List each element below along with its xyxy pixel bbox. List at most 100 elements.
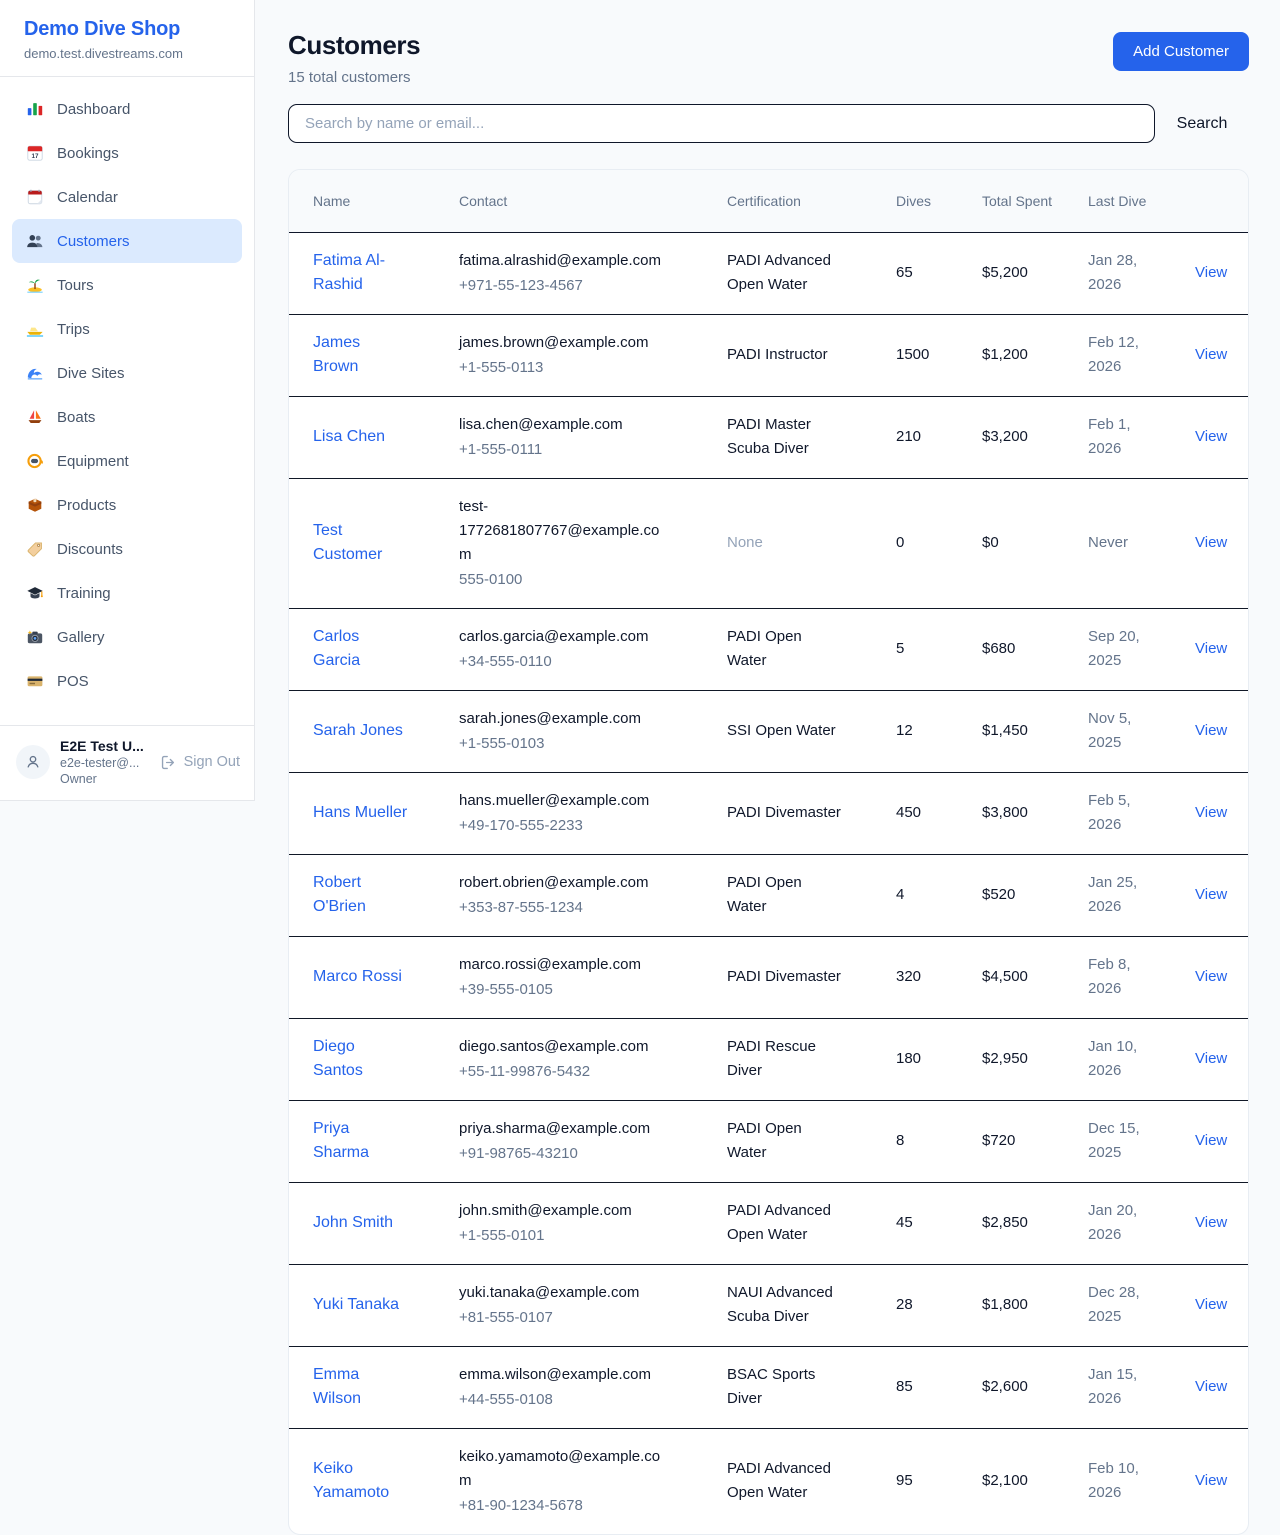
bar-chart-icon: [26, 100, 44, 118]
customer-name-link[interactable]: Robert O'Brien: [313, 871, 409, 919]
customer-dives: 450: [884, 772, 970, 854]
customer-name-link[interactable]: Test Customer: [313, 519, 409, 567]
table-row: Yuki Tanaka yuki.tanaka@example.com +81-…: [289, 1264, 1248, 1346]
sidebar-item-customers[interactable]: Customers: [12, 219, 242, 263]
customer-name-link[interactable]: Marco Rossi: [313, 965, 402, 989]
customer-dives: 28: [884, 1264, 970, 1346]
view-link[interactable]: View: [1195, 1132, 1227, 1149]
customer-name-link[interactable]: Emma Wilson: [313, 1363, 409, 1411]
column-header-total-spent: Total Spent: [970, 170, 1076, 232]
customer-name-link[interactable]: Hans Mueller: [313, 801, 407, 825]
customer-name-link[interactable]: Lisa Chen: [313, 425, 385, 449]
credit-card-icon: [26, 672, 44, 690]
sidebar-item-tours[interactable]: Tours: [12, 263, 242, 307]
view-link[interactable]: View: [1195, 1296, 1227, 1313]
search-bar: Search: [288, 104, 1249, 143]
customer-total-spent: $5,200: [970, 232, 1076, 314]
customer-name-link[interactable]: Yuki Tanaka: [313, 1293, 399, 1317]
sidebar-item-trips[interactable]: Trips: [12, 307, 242, 351]
customer-last-dive: Feb 1, 2026: [1076, 396, 1183, 478]
sidebar-item-label: Equipment: [57, 453, 129, 470]
view-link[interactable]: View: [1195, 346, 1227, 363]
customer-certification: PADI Divemaster: [715, 772, 884, 854]
customer-total-spent: $2,950: [970, 1018, 1076, 1100]
view-link[interactable]: View: [1195, 1472, 1227, 1489]
customer-certification: PADI Instructor: [715, 314, 884, 396]
customer-last-dive: Jan 28, 2026: [1076, 232, 1183, 314]
sidebar-item-dashboard[interactable]: Dashboard: [12, 87, 242, 131]
sidebar-item-boats[interactable]: Boats: [12, 395, 242, 439]
add-customer-button[interactable]: Add Customer: [1113, 32, 1249, 71]
customer-last-dive: Jan 15, 2026: [1076, 1346, 1183, 1428]
view-link[interactable]: View: [1195, 1378, 1227, 1395]
column-header-dives: Dives: [884, 170, 970, 232]
sidebar-item-training[interactable]: Training: [12, 571, 242, 615]
sidebar-item-products[interactable]: Products: [12, 483, 242, 527]
view-link[interactable]: View: [1195, 264, 1227, 281]
table-row: Diego Santos diego.santos@example.com +5…: [289, 1018, 1248, 1100]
customer-dives: 85: [884, 1346, 970, 1428]
customer-last-dive: Feb 12, 2026: [1076, 314, 1183, 396]
customer-name-link[interactable]: John Smith: [313, 1211, 393, 1235]
page-header: Customers 15 total customers Add Custome…: [288, 30, 1249, 86]
customer-dives: 45: [884, 1182, 970, 1264]
customer-last-dive: Jan 25, 2026: [1076, 854, 1183, 936]
view-link[interactable]: View: [1195, 722, 1227, 739]
customer-phone: +34-555-0110: [459, 650, 664, 674]
customer-certification: PADI Advanced Open Water: [715, 1182, 884, 1264]
customer-phone: 555-0100: [459, 568, 664, 592]
customer-certification: BSAC Sports Diver: [715, 1346, 884, 1428]
customer-email: robert.obrien@example.com: [459, 871, 664, 895]
table-row: Lisa Chen lisa.chen@example.com +1-555-0…: [289, 396, 1248, 478]
sidebar-item-gallery[interactable]: Gallery: [12, 615, 242, 659]
view-link[interactable]: View: [1195, 534, 1227, 551]
customer-name-link[interactable]: James Brown: [313, 331, 409, 379]
view-link[interactable]: View: [1195, 886, 1227, 903]
customer-name-link[interactable]: Sarah Jones: [313, 719, 403, 743]
column-header-actions: [1183, 170, 1248, 232]
speedboat-icon: [26, 320, 44, 338]
customer-certification: PADI Open Water: [715, 608, 884, 690]
customer-last-dive: Never: [1076, 478, 1183, 608]
sidebar-item-label: Training: [57, 585, 111, 602]
view-link[interactable]: View: [1195, 968, 1227, 985]
search-input[interactable]: [288, 104, 1155, 143]
customer-name-link[interactable]: Keiko Yamamoto: [313, 1457, 409, 1505]
search-button[interactable]: Search: [1155, 115, 1249, 133]
view-link[interactable]: View: [1195, 1214, 1227, 1231]
sidebar-item-label: POS: [57, 673, 89, 690]
customer-name-link[interactable]: Fatima Al-Rashid: [313, 249, 409, 297]
table-row: Carlos Garcia carlos.garcia@example.com …: [289, 608, 1248, 690]
customer-total-spent: $2,100: [970, 1428, 1076, 1534]
customer-name-link[interactable]: Priya Sharma: [313, 1117, 409, 1165]
view-link[interactable]: View: [1195, 1050, 1227, 1067]
sign-out-label: Sign Out: [184, 754, 240, 770]
diving-mask-icon: [26, 452, 44, 470]
sidebar-item-discounts[interactable]: Discounts: [12, 527, 242, 571]
view-link[interactable]: View: [1195, 428, 1227, 445]
view-link[interactable]: View: [1195, 804, 1227, 821]
customer-last-dive: Dec 28, 2025: [1076, 1264, 1183, 1346]
customer-name-link[interactable]: Carlos Garcia: [313, 625, 409, 673]
view-link[interactable]: View: [1195, 640, 1227, 657]
sidebar-item-equipment[interactable]: Equipment: [12, 439, 242, 483]
sidebar-item-calendar[interactable]: Calendar: [12, 175, 242, 219]
sidebar-item-dive-sites[interactable]: Dive Sites: [12, 351, 242, 395]
user-name: E2E Test U...: [60, 738, 150, 754]
customer-dives: 0: [884, 478, 970, 608]
shop-name-link[interactable]: Demo Dive Shop: [24, 18, 230, 41]
tag-icon: [26, 540, 44, 558]
customer-dives: 12: [884, 690, 970, 772]
customer-certification: PADI Open Water: [715, 854, 884, 936]
customer-name-link[interactable]: Diego Santos: [313, 1035, 409, 1083]
people-icon: [26, 232, 44, 250]
customer-phone: +1-555-0111: [459, 438, 664, 462]
shop-header: Demo Dive Shop demo.test.divestreams.com: [0, 0, 254, 77]
sidebar-item-pos[interactable]: POS: [12, 659, 242, 703]
customer-certification: PADI Advanced Open Water: [715, 232, 884, 314]
sign-out-button[interactable]: Sign Out: [160, 754, 240, 771]
customer-count: 15 total customers: [288, 69, 420, 86]
sidebar-item-bookings[interactable]: 17 Bookings: [12, 131, 242, 175]
sidebar-item-label: Boats: [57, 409, 95, 426]
customer-email: hans.mueller@example.com: [459, 789, 664, 813]
